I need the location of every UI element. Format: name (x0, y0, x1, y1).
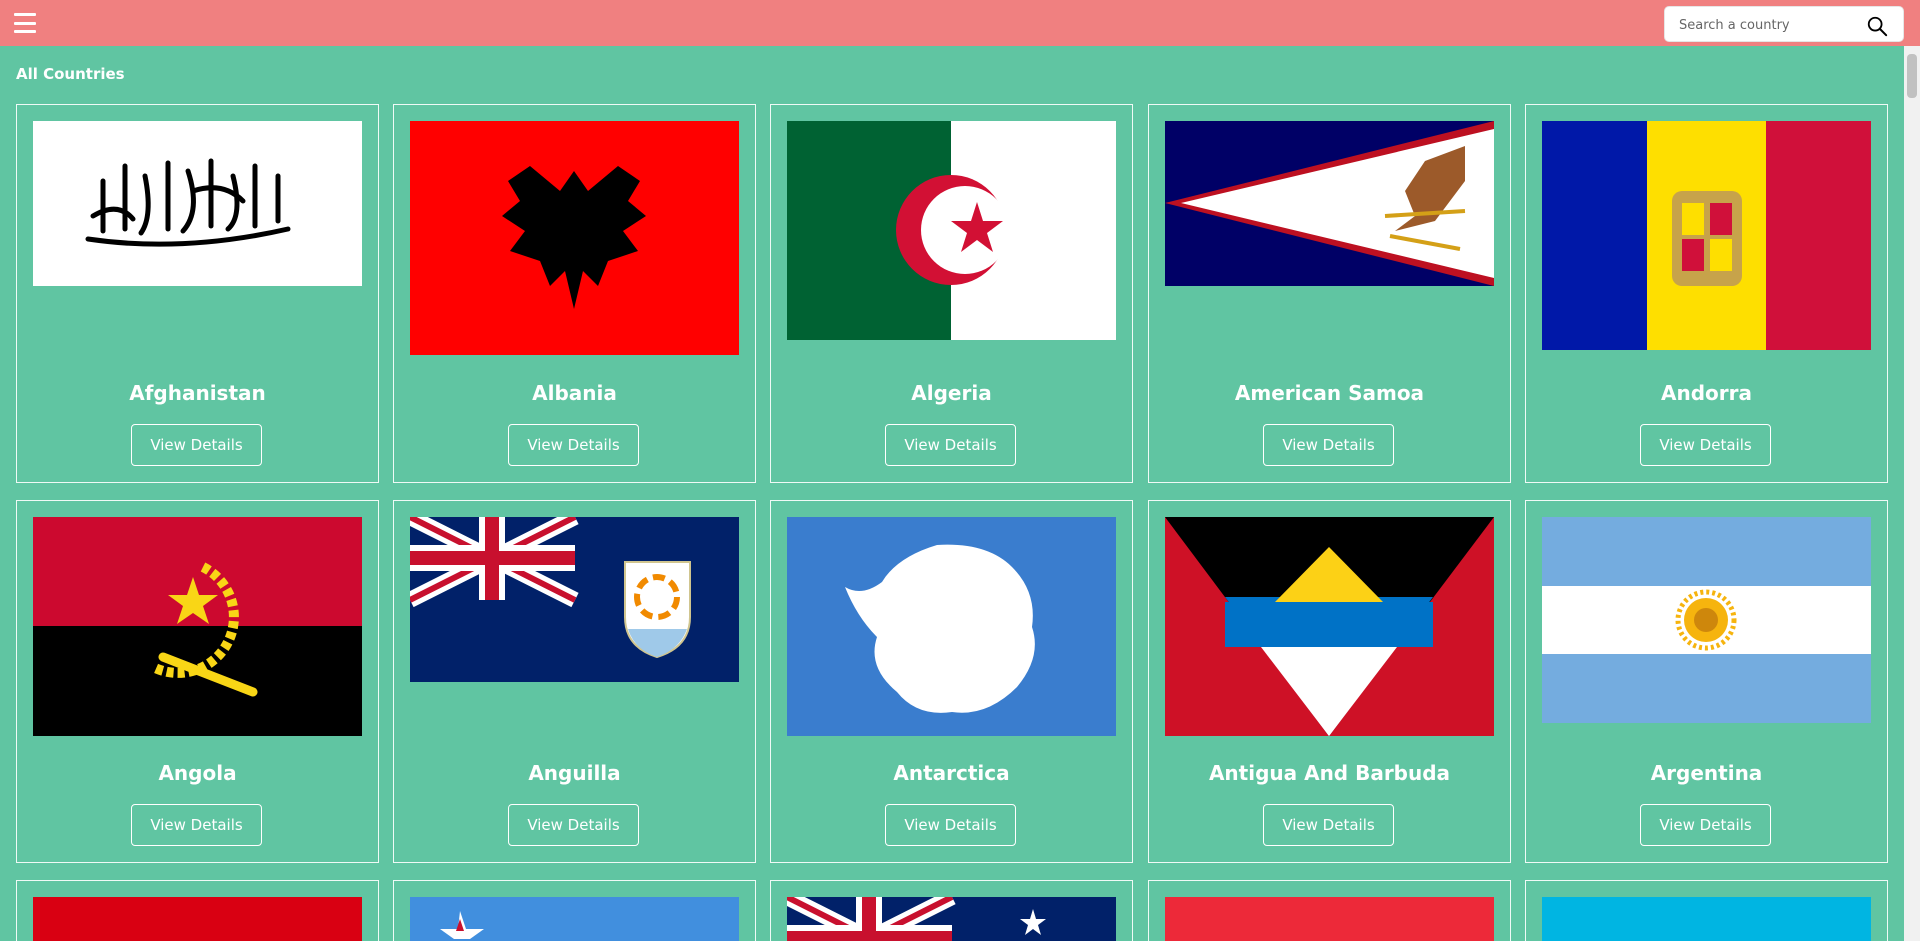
top-navbar (0, 0, 1920, 46)
country-card-partial (16, 880, 379, 941)
page-title: All Countries (16, 65, 125, 83)
country-card-andorra: Andorra View Details (1525, 104, 1888, 483)
country-name: Argentina (1650, 761, 1763, 785)
country-card-afghanistan: Afghanistan View Details (16, 104, 379, 483)
country-card-antarctica: Antarctica View Details (770, 500, 1133, 863)
country-flag (787, 897, 1116, 941)
country-name: Afghanistan (129, 381, 266, 405)
view-details-button[interactable]: View Details (1640, 424, 1771, 466)
antigua-and-barbuda-flag (1165, 517, 1494, 736)
view-details-button[interactable]: View Details (885, 804, 1016, 846)
search-icon[interactable] (1866, 15, 1888, 37)
country-card-partial (1148, 880, 1511, 941)
anguilla-flag (410, 517, 739, 682)
country-card-american-samoa: American Samoa View Details (1148, 104, 1511, 483)
hamburger-menu-icon[interactable] (14, 13, 36, 33)
view-details-button[interactable]: View Details (508, 804, 639, 846)
argentina-flag (1542, 517, 1871, 723)
country-name: Albania (532, 381, 617, 405)
scrollbar-thumb[interactable] (1907, 54, 1917, 98)
country-name: Antigua And Barbuda (1208, 761, 1451, 785)
view-details-button[interactable]: View Details (885, 424, 1016, 466)
view-details-button[interactable]: View Details (508, 424, 639, 466)
angola-flag (33, 517, 362, 736)
albania-flag (410, 121, 739, 355)
country-card-albania: Albania View Details (393, 104, 756, 483)
andorra-flag (1542, 121, 1871, 350)
afghanistan-flag (33, 121, 362, 286)
country-card-angola: Angola View Details (16, 500, 379, 863)
country-name: Angola (158, 761, 237, 785)
country-card-argentina: Argentina View Details (1525, 500, 1888, 863)
country-name: Andorra (1661, 381, 1752, 405)
country-name: Algeria (911, 381, 992, 405)
search-box (1664, 6, 1904, 42)
country-name: Antarctica (893, 761, 1010, 785)
country-card-antigua-and-barbuda: Antigua And Barbuda View Details (1148, 500, 1511, 863)
country-name: Anguilla (528, 761, 621, 785)
country-card-partial (393, 880, 756, 941)
country-card-anguilla: Anguilla View Details (393, 500, 756, 863)
country-flag (1165, 897, 1494, 941)
view-details-button[interactable]: View Details (1263, 424, 1394, 466)
vertical-scrollbar[interactable] (1904, 46, 1920, 941)
country-flag (1542, 897, 1871, 941)
view-details-button[interactable]: View Details (1263, 804, 1394, 846)
country-card-algeria: Algeria View Details (770, 104, 1133, 483)
antarctica-flag (787, 517, 1116, 736)
country-card-partial (1525, 880, 1888, 941)
country-flag (33, 897, 362, 941)
country-card-partial (770, 880, 1133, 941)
search-input[interactable] (1679, 15, 1859, 35)
view-details-button[interactable]: View Details (131, 424, 262, 466)
country-flag (410, 897, 739, 941)
algeria-flag (787, 121, 1116, 340)
view-details-button[interactable]: View Details (1640, 804, 1771, 846)
american-samoa-flag (1165, 121, 1494, 286)
country-name: American Samoa (1234, 381, 1425, 405)
view-details-button[interactable]: View Details (131, 804, 262, 846)
